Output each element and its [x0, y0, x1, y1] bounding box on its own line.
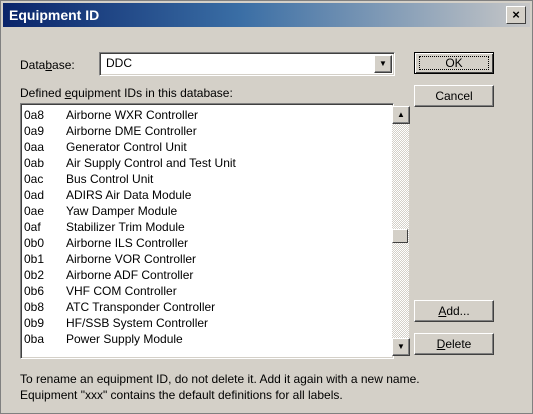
equipment-name: Yaw Damper Module — [66, 204, 178, 218]
chevron-down-icon: ▼ — [397, 342, 405, 351]
database-value: DDC — [106, 56, 132, 70]
list-item[interactable]: 0a9 Airborne DME Controller — [24, 123, 390, 139]
database-combo[interactable]: DDC ▼ — [99, 52, 395, 76]
equipment-name: Airborne DME Controller — [66, 124, 197, 138]
equipment-code: 0a9 — [24, 124, 45, 138]
equipment-name: Airborne ILS Controller — [66, 236, 189, 250]
list-scrollbar[interactable]: ▲ ▼ — [392, 106, 410, 356]
database-label: Database: — [20, 58, 75, 72]
title-bar[interactable]: Equipment ID × — [3, 3, 530, 27]
equipment-code: 0ad — [24, 188, 45, 202]
list-item[interactable]: 0ba Power Supply Module — [24, 331, 390, 347]
help-text: To rename an equipment ID, do not delete… — [20, 371, 420, 403]
equipment-name: Airborne VOR Controller — [66, 252, 197, 266]
equipment-code: 0ab — [24, 156, 45, 170]
list-item[interactable]: 0ae Yaw Damper Module — [24, 203, 390, 219]
help-text-line-1: To rename an equipment ID, do not delete… — [20, 372, 420, 386]
equipment-name: Bus Control Unit — [66, 172, 154, 186]
equipment-code: 0b2 — [24, 268, 45, 282]
ok-button[interactable]: OK — [414, 52, 494, 74]
cancel-button[interactable]: Cancel — [414, 85, 494, 107]
equipment-code: 0ba — [24, 332, 45, 346]
equipment-list-rows: 0a8 Airborne WXR Controller 0a9 Airborne DM… — [24, 107, 390, 347]
equipment-name: Airborne WXR Controller — [66, 108, 199, 122]
list-item[interactable]: 0b9 HF/SSB System Controller — [24, 315, 390, 331]
list-item[interactable]: 0b1 Airborne VOR Controller — [24, 251, 390, 267]
list-item[interactable]: 0af Stabilizer Trim Module — [24, 219, 390, 235]
equipment-name: Airborne ADF Controller — [66, 268, 194, 282]
close-icon: × — [512, 7, 520, 22]
equipment-name: ADIRS Air Data Module — [66, 188, 192, 202]
equipment-code: 0af — [24, 220, 41, 234]
equipment-code: 0b0 — [24, 236, 45, 250]
equipment-code: 0ae — [24, 204, 45, 218]
equipment-code: 0aa — [24, 140, 45, 154]
list-item[interactable]: 0ab Air Supply Control and Test Unit — [24, 155, 390, 171]
equipment-code: 0b9 — [24, 316, 45, 330]
equipment-name: Generator Control Unit — [66, 140, 187, 154]
equipment-name: Stabilizer Trim Module — [66, 220, 185, 234]
equipment-name: HF/SSB System Controller — [66, 316, 209, 330]
chevron-up-icon: ▲ — [397, 110, 405, 119]
list-item[interactable]: 0b2 Airborne ADF Controller — [24, 267, 390, 283]
dialog-title: Equipment ID — [9, 7, 100, 23]
close-button[interactable]: × — [506, 6, 526, 24]
scroll-thumb[interactable] — [392, 229, 408, 243]
delete-button[interactable]: Delete — [414, 333, 494, 355]
equipment-code: 0a8 — [24, 108, 45, 122]
list-item[interactable]: 0aa Generator Control Unit — [24, 139, 390, 155]
add-button[interactable]: Add... — [414, 300, 494, 322]
equipment-code: 0b1 — [24, 252, 45, 266]
equipment-name: VHF COM Controller — [66, 284, 177, 298]
database-dropdown-button[interactable]: ▼ — [374, 55, 392, 73]
list-item[interactable]: 0b8 ATC Transponder Controller — [24, 299, 390, 315]
help-text-line-2: Equipment "xxx" contains the default def… — [20, 388, 343, 402]
equipment-id-list[interactable]: 0a8 Airborne WXR Controller 0a9 Airborne DM… — [20, 103, 410, 359]
list-item[interactable]: 0b6 VHF COM Controller — [24, 283, 390, 299]
list-item[interactable]: 0a8 Airborne WXR Controller — [24, 107, 390, 123]
equipment-code: 0b8 — [24, 300, 45, 314]
list-item[interactable]: 0ad ADIRS Air Data Module — [24, 187, 390, 203]
equipment-code: 0b6 — [24, 284, 45, 298]
scroll-up-button[interactable]: ▲ — [392, 106, 410, 124]
equipment-name: Air Supply Control and Test Unit — [66, 156, 236, 170]
list-item[interactable]: 0ac Bus Control Unit — [24, 171, 390, 187]
equipment-name: Power Supply Module — [66, 332, 183, 346]
scroll-down-button[interactable]: ▼ — [392, 338, 410, 356]
chevron-down-icon: ▼ — [379, 59, 387, 68]
equipment-list-label: Defined equipment IDs in this database: — [20, 86, 233, 100]
list-item[interactable]: 0b0 Airborne ILS Controller — [24, 235, 390, 251]
equipment-code: 0ac — [24, 172, 44, 186]
equipment-name: ATC Transponder Controller — [66, 300, 216, 314]
